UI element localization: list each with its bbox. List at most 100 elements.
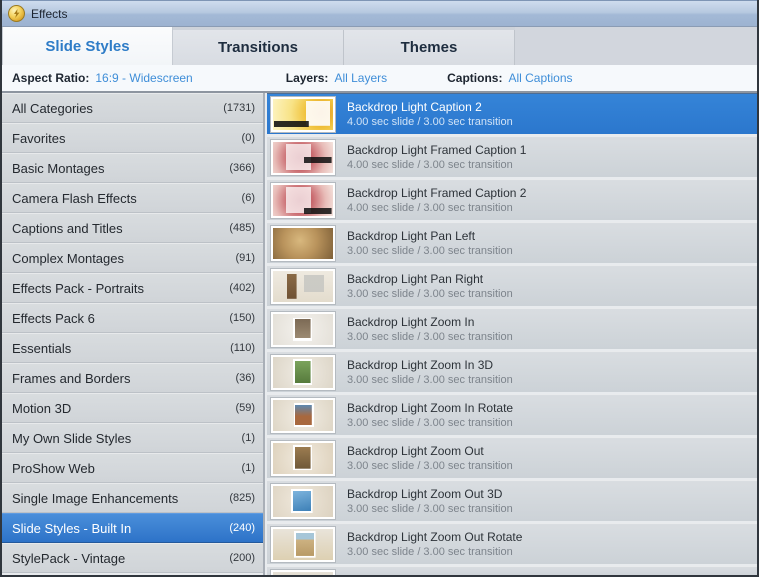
layers-filter: Layers: All Layers [286,71,387,85]
category-count: (240) [229,522,255,534]
effect-thumbnail [271,140,335,175]
category-count: (36) [235,372,255,384]
sidebar-item-essentials[interactable]: Essentials(110) [2,333,263,363]
sidebar-item-slide-styles-built-in[interactable]: Slide Styles - Built In(240) [2,513,263,543]
category-count: (1731) [223,102,255,114]
effect-duration: 4.00 sec slide / 3.00 sec transition [347,159,526,171]
sidebar-item-motion-3d[interactable]: Motion 3D(59) [2,393,263,423]
effect-title: Backdrop Light Framed Caption 1 [347,143,526,157]
effect-title: Backdrop Light Zoom Out 3D [347,487,513,501]
effects-window: Effects Slide Styles Transitions Themes … [0,0,759,577]
effect-thumbnail [271,570,335,575]
effect-duration: 3.00 sec slide / 3.00 sec transition [347,374,513,386]
effect-thumbnail [271,269,335,304]
list-item[interactable]: Backdrop Light Framed Caption 1 4.00 sec … [267,136,757,177]
captions-label: Captions: [447,71,502,85]
category-count: (59) [235,402,255,414]
category-count: (0) [242,132,255,144]
layers-label: Layers: [286,71,329,85]
tab-bar: Slide Styles Transitions Themes [2,27,757,65]
sidebar-item-effects-pack-6[interactable]: Effects Pack 6(150) [2,303,263,333]
category-count: (1) [242,432,255,444]
effect-thumbnail [271,183,335,218]
sidebar-item-basic-montages[interactable]: Basic Montages(366) [2,153,263,183]
effect-thumbnail [271,226,335,261]
effect-duration: 3.00 sec slide / 3.00 sec transition [347,460,513,472]
effect-title: Backdrop Light Caption 2 [347,100,513,114]
layers-value[interactable]: All Layers [334,71,387,85]
window-title: Effects [31,7,67,21]
effect-thumbnail [271,441,335,476]
effect-title: Backdrop Light Pan Right [347,272,513,286]
effect-duration: 3.00 sec slide / 3.00 sec transition [347,331,513,343]
effect-duration: 4.00 sec slide / 3.00 sec transition [347,116,513,128]
effect-title: Backdrop Light Zoom Out Rotate [347,530,522,544]
effect-thumbnail [271,398,335,433]
filter-bar: Aspect Ratio: 16:9 - Widescreen Layers: … [2,65,757,93]
category-count: (1) [242,462,255,474]
captions-filter: Captions: All Captions [447,71,572,85]
category-count: (6) [242,192,255,204]
list-item[interactable]: Backdrop Light Zoom Out Rotate 3.00 sec s… [267,523,757,564]
list-item[interactable]: Backdrop Light Caption 2 4.00 sec slide /… [267,93,757,134]
effect-thumbnail [271,484,335,519]
category-count: (150) [229,312,255,324]
list-item[interactable]: Backdrop Light Zoom Out 3.00 sec slide / … [267,437,757,478]
content-area: All Categories(1731) Favorites(0) Basic … [2,93,757,575]
aspect-ratio-filter: Aspect Ratio: 16:9 - Widescreen [12,71,193,85]
effect-title: Backdrop Light Pan Left [347,229,513,243]
list-item[interactable]: Backdrop Light Zoom Out 3D 3.00 sec slide… [267,480,757,521]
category-count: (485) [229,222,255,234]
effect-duration: 3.00 sec slide / 3.00 sec transition [347,503,513,515]
tab-slide-styles[interactable]: Slide Styles [2,27,173,65]
aspect-ratio-value[interactable]: 16:9 - Widescreen [95,71,192,85]
list-item-partial[interactable] [267,566,757,575]
sidebar-item-all-categories[interactable]: All Categories(1731) [2,93,263,123]
effect-thumbnail [271,312,335,347]
effects-app-icon [8,5,25,22]
aspect-ratio-label: Aspect Ratio: [12,71,89,85]
effect-duration: 3.00 sec slide / 3.00 sec transition [347,245,513,257]
sidebar-item-stylepack-vintage[interactable]: StylePack - Vintage(200) [2,543,263,573]
sidebar-item-complex-montages[interactable]: Complex Montages(91) [2,243,263,273]
effect-duration: 3.00 sec slide / 3.00 sec transition [347,288,513,300]
effect-thumbnail [271,97,335,132]
effect-title: Backdrop Light Framed Caption 2 [347,186,526,200]
tab-bar-filler [515,27,757,65]
effect-duration: 4.00 sec slide / 3.00 sec transition [347,202,526,214]
title-bar: Effects [2,0,757,27]
effect-duration: 3.00 sec slide / 3.00 sec transition [347,417,513,429]
sidebar-item-my-own-slide-styles[interactable]: My Own Slide Styles(1) [2,423,263,453]
sidebar-item-captions-and-titles[interactable]: Captions and Titles(485) [2,213,263,243]
category-count: (366) [229,162,255,174]
sidebar-item-single-image-enhancements[interactable]: Single Image Enhancements(825) [2,483,263,513]
category-sidebar: All Categories(1731) Favorites(0) Basic … [2,93,265,575]
effect-duration: 3.00 sec slide / 3.00 sec transition [347,546,522,558]
sidebar-item-proshow-web[interactable]: ProShow Web(1) [2,453,263,483]
effect-title: Backdrop Light Zoom In [347,315,513,329]
sidebar-item-frames-and-borders[interactable]: Frames and Borders(36) [2,363,263,393]
tab-themes[interactable]: Themes [344,30,515,65]
category-count: (200) [229,552,255,564]
category-count: (91) [235,252,255,264]
tab-transitions[interactable]: Transitions [173,30,344,65]
effect-title: Backdrop Light Zoom Out [347,444,513,458]
category-count: (825) [229,492,255,504]
effect-title: Backdrop Light Zoom In 3D [347,358,513,372]
category-count: (402) [229,282,255,294]
sidebar-item-camera-flash-effects[interactable]: Camera Flash Effects(6) [2,183,263,213]
list-item[interactable]: Backdrop Light Zoom In Rotate 3.00 sec sl… [267,394,757,435]
captions-value[interactable]: All Captions [508,71,572,85]
list-item[interactable]: Backdrop Light Framed Caption 2 4.00 sec … [267,179,757,220]
sidebar-item-favorites[interactable]: Favorites(0) [2,123,263,153]
list-item[interactable]: Backdrop Light Zoom In 3D 3.00 sec slide … [267,351,757,392]
effects-list: Backdrop Light Caption 2 4.00 sec slide /… [265,93,757,575]
list-item[interactable]: Backdrop Light Pan Right 3.00 sec slide /… [267,265,757,306]
sidebar-item-effects-pack-portraits[interactable]: Effects Pack - Portraits(402) [2,273,263,303]
effect-title: Backdrop Light Zoom In Rotate [347,401,513,415]
category-count: (110) [230,342,255,354]
list-item[interactable]: Backdrop Light Zoom In 3.00 sec slide / 3… [267,308,757,349]
effect-thumbnail [271,355,335,390]
list-item[interactable]: Backdrop Light Pan Left 3.00 sec slide / … [267,222,757,263]
effect-thumbnail [271,527,335,562]
